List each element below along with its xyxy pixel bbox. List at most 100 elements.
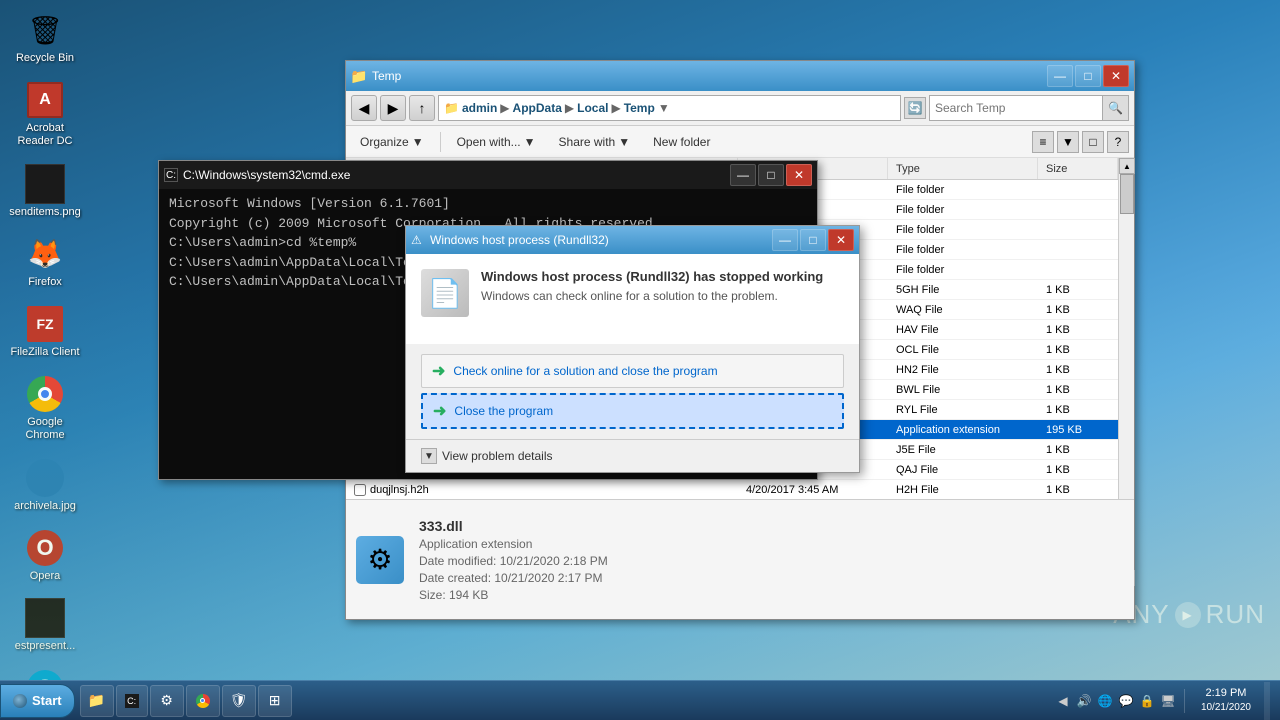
- new-folder-button[interactable]: New folder: [644, 131, 719, 153]
- desktop-icon-archivela[interactable]: archivela.jpg: [10, 458, 80, 513]
- file-row[interactable]: duqjlnsj.h2h 4/20/2017 3:45 AM H2H File …: [346, 480, 1118, 500]
- tray-message-icon[interactable]: 💬: [1118, 693, 1134, 709]
- desktop-icon-senditems[interactable]: senditems.png: [10, 164, 80, 219]
- close-program-arrow: ➜: [433, 401, 446, 421]
- expand-arrow-icon: ▼: [421, 448, 437, 464]
- status-date-modified: Date modified: 10/21/2020 2:18 PM: [419, 554, 608, 568]
- back-button[interactable]: ◀: [351, 95, 377, 121]
- cmd-title: C:\Windows\system32\cmd.exe: [183, 168, 350, 182]
- organize-button[interactable]: Organize ▼: [351, 131, 433, 153]
- file-explorer-title: Temp: [372, 69, 1047, 83]
- tray-network-icon[interactable]: 🌐: [1097, 693, 1113, 709]
- scroll-up-button[interactable]: ▲: [1119, 158, 1135, 174]
- tray-sound-icon[interactable]: 🔊: [1076, 693, 1092, 709]
- application-extension-type: Application extension: [888, 420, 1038, 439]
- clock-date: 10/21/2020: [1201, 701, 1251, 715]
- taskbar: Start 📁 C: ⚙ 🛡 ⊞ ◀ 🔊 🌐 💬 🔒: [0, 680, 1280, 720]
- taskbar-item-task[interactable]: ⊞: [258, 685, 292, 717]
- acrobat-icon: A: [25, 80, 65, 120]
- desktop-icon-estpresent[interactable]: estpresent...: [10, 598, 80, 653]
- address-bar[interactable]: 📁 admin ▶ AppData ▶ Local ▶ Temp ▼: [438, 95, 901, 121]
- tray-security-icon[interactable]: 🔒: [1139, 693, 1155, 709]
- check-online-button[interactable]: ➜ Check online for a solution and close …: [421, 354, 844, 388]
- desktop-icon-opera[interactable]: O Opera: [10, 528, 80, 583]
- forward-button[interactable]: ▶: [380, 95, 406, 121]
- error-dialog-body: 📄 Windows host process (Rundll32) has st…: [406, 254, 859, 344]
- recycle-bin-icon: 🗑: [25, 10, 65, 50]
- taskbar-items: 📁 C: ⚙ 🛡 ⊞: [80, 681, 1045, 720]
- chrome-label: GoogleChrome: [25, 416, 64, 442]
- close-program-button[interactable]: ➜ Close the program: [421, 393, 844, 429]
- type-column-header[interactable]: Type: [888, 158, 1038, 179]
- recycle-bin-label: Recycle Bin: [16, 52, 74, 65]
- status-date-created: Date created: 10/21/2020 2:17 PM: [419, 571, 608, 585]
- clock-time: 2:19 PM: [1201, 686, 1251, 701]
- start-button[interactable]: Start: [0, 684, 75, 718]
- minimize-button[interactable]: —: [1047, 65, 1073, 87]
- close-program-label: Close the program: [454, 404, 553, 418]
- desktop: 🗑 Recycle Bin A AcrobatReader DC sendite…: [0, 0, 1280, 680]
- cmd-titlebar[interactable]: C: C:\Windows\system32\cmd.exe — □ ✕: [159, 161, 817, 189]
- taskbar-item-chrome[interactable]: [186, 685, 220, 717]
- maximize-button[interactable]: □: [1075, 65, 1101, 87]
- help-button[interactable]: ?: [1107, 131, 1129, 153]
- cmd-maximize-button[interactable]: □: [758, 164, 784, 186]
- desktop-icon-skype[interactable]: S Skype: [10, 668, 80, 680]
- list-view-button[interactable]: ≡: [1032, 131, 1054, 153]
- desktop-icon-chrome[interactable]: GoogleChrome: [10, 374, 80, 442]
- window-controls: — □ ✕: [1047, 65, 1129, 87]
- archivela-icon: [25, 458, 65, 498]
- action-separator-1: [440, 132, 441, 152]
- error-maximize-button[interactable]: □: [800, 229, 826, 251]
- explorer-actions: Organize ▼ Open with... ▼ Share with ▼ N…: [346, 126, 1134, 158]
- size-column-header[interactable]: Size: [1038, 158, 1118, 179]
- close-button[interactable]: ✕: [1103, 65, 1129, 87]
- tray-separator: [1184, 689, 1185, 713]
- search-button[interactable]: 🔍: [1102, 96, 1128, 120]
- taskbar-item-error[interactable]: ⚙: [150, 685, 184, 717]
- status-type: Application extension: [419, 537, 608, 551]
- tray-expand-icon[interactable]: ◀: [1055, 693, 1071, 709]
- desktop-icon-firefox[interactable]: 🦊 Firefox: [10, 234, 80, 289]
- error-dialog-titlebar[interactable]: ⚠ Windows host process (Rundll32) — □ ✕: [406, 226, 859, 254]
- taskbar-cmd-icon: C:: [125, 694, 139, 708]
- taskbar-error-icon: ⚙: [159, 693, 175, 709]
- error-minimize-button[interactable]: —: [772, 229, 798, 251]
- rundll32-error-dialog: ⚠ Windows host process (Rundll32) — □ ✕ …: [405, 225, 860, 473]
- desktop-icon-acrobat[interactable]: A AcrobatReader DC: [10, 80, 80, 148]
- up-button[interactable]: ↑: [409, 95, 435, 121]
- scroll-thumb[interactable]: [1120, 174, 1134, 214]
- error-close-button[interactable]: ✕: [828, 229, 854, 251]
- file-explorer-titlebar[interactable]: 📁 Temp — □ ✕: [346, 61, 1134, 91]
- cmd-minimize-button[interactable]: —: [730, 164, 756, 186]
- skype-icon: S: [25, 668, 65, 680]
- search-input[interactable]: [930, 101, 1102, 115]
- archivela-label: archivela.jpg: [14, 500, 76, 513]
- error-footer[interactable]: ▼ View problem details: [406, 439, 859, 472]
- error-app-icon: 📄: [421, 269, 469, 317]
- preview-button[interactable]: □: [1082, 131, 1104, 153]
- status-filename: 333.dll: [419, 518, 608, 534]
- system-clock[interactable]: 2:19 PM 10/21/2020: [1193, 686, 1259, 715]
- view-options-button[interactable]: ▼: [1057, 131, 1079, 153]
- tray-monitor-icon[interactable]: 🖥: [1160, 693, 1176, 709]
- open-with-button[interactable]: Open with... ▼: [448, 131, 545, 153]
- desktop-icon-recycle-bin[interactable]: 🗑 Recycle Bin: [10, 10, 80, 65]
- error-subtitle: Windows can check online for a solution …: [481, 289, 823, 303]
- firefox-icon: 🦊: [25, 234, 65, 274]
- estpresent-icon: [25, 598, 65, 638]
- show-desktop-button[interactable]: [1264, 682, 1270, 720]
- share-with-button[interactable]: Share with ▼: [550, 131, 640, 153]
- taskbar-item-norton[interactable]: 🛡: [222, 685, 256, 717]
- senditems-label: senditems.png: [9, 206, 81, 219]
- filezilla-icon: FZ: [25, 304, 65, 344]
- taskbar-item-cmd[interactable]: C:: [116, 685, 148, 717]
- desktop-icons: 🗑 Recycle Bin A AcrobatReader DC sendite…: [0, 0, 90, 680]
- cmd-close-button[interactable]: ✕: [786, 164, 812, 186]
- desktop-icon-filezilla[interactable]: FZ FileZilla Client: [10, 304, 80, 359]
- file-checkbox[interactable]: [354, 484, 366, 496]
- taskbar-item-explorer[interactable]: 📁: [80, 685, 114, 717]
- chrome-icon: [25, 374, 65, 414]
- firefox-label: Firefox: [28, 276, 62, 289]
- refresh-button[interactable]: 🔄: [904, 97, 926, 119]
